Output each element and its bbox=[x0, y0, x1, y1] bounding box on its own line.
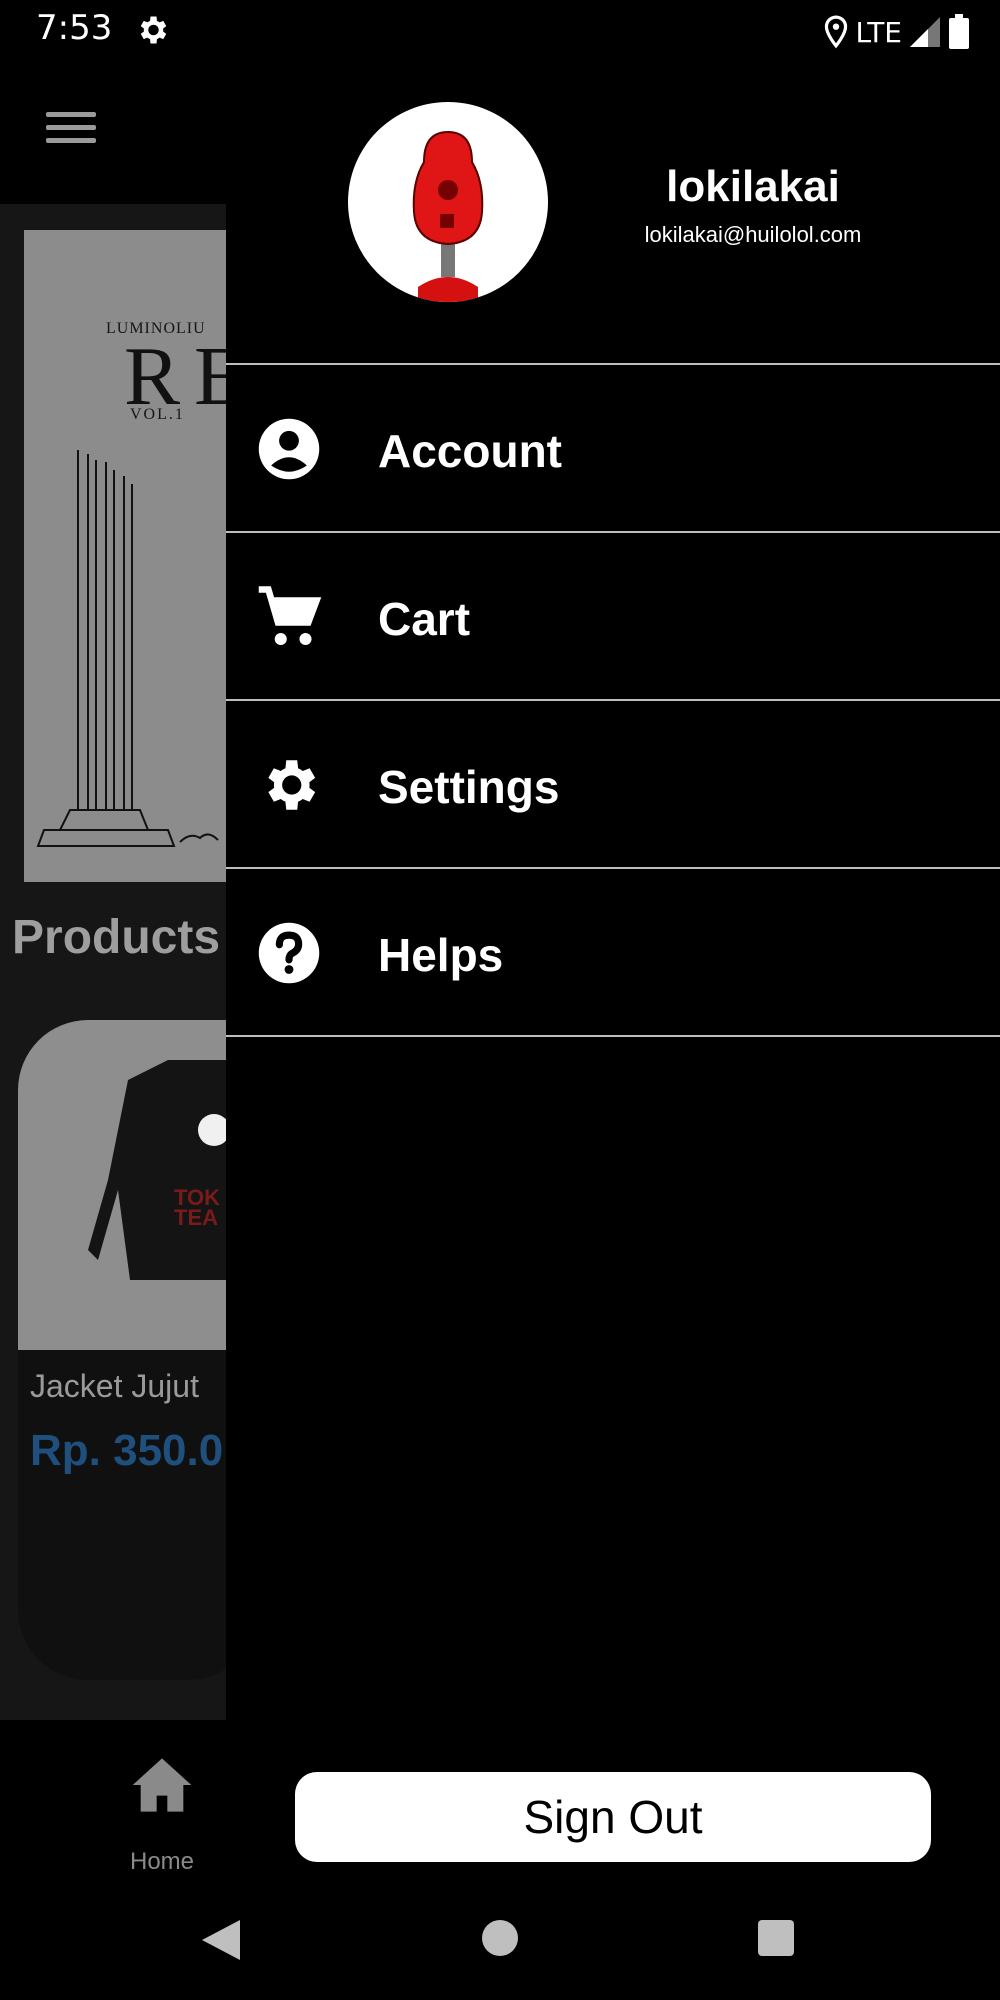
products-section-title: Products bbox=[12, 911, 221, 964]
status-icons: LTE bbox=[823, 12, 970, 52]
cart-icon bbox=[258, 586, 322, 646]
pillar-illustration bbox=[36, 450, 219, 847]
battery-icon bbox=[949, 14, 969, 49]
menu-label: Cart bbox=[378, 593, 471, 645]
help-circle-icon bbox=[258, 922, 320, 984]
user-name: lokilakai bbox=[666, 162, 840, 211]
product-image[interactable]: TOK TEA bbox=[18, 1020, 226, 1350]
home-circle-icon[interactable] bbox=[482, 1920, 518, 1956]
menu-label: Settings bbox=[378, 761, 560, 813]
user-email: lokilakai@huilolol.com bbox=[644, 222, 862, 247]
divider bbox=[226, 867, 1000, 869]
divider bbox=[226, 363, 1000, 365]
recents-square-icon[interactable] bbox=[758, 1920, 794, 1956]
gear-icon bbox=[268, 760, 316, 810]
status-time: 7:53 bbox=[36, 8, 113, 48]
menu-label: Helps bbox=[378, 929, 504, 981]
home-icon[interactable] bbox=[130, 1755, 194, 1815]
product-price: Rp. 350.0 bbox=[30, 1426, 224, 1475]
network-type: LTE bbox=[855, 15, 902, 49]
svg-text:TEA: TEA bbox=[174, 1205, 218, 1230]
menu-item-settings[interactable]: Settings bbox=[226, 702, 1000, 868]
home-label[interactable]: Home bbox=[130, 1848, 194, 1876]
back-icon[interactable] bbox=[200, 1918, 242, 1962]
product-name: Jacket Jujut bbox=[30, 1368, 199, 1404]
divider bbox=[226, 699, 1000, 701]
robot-avatar-image bbox=[412, 130, 484, 302]
divider bbox=[226, 531, 1000, 533]
menu-item-cart[interactable]: Cart bbox=[226, 534, 1000, 700]
jacket-illustration: TOK TEA bbox=[88, 1060, 226, 1280]
divider bbox=[226, 1035, 1000, 1037]
settings-gear-icon bbox=[140, 16, 167, 44]
location-icon bbox=[825, 15, 848, 49]
menu-item-account[interactable]: Account bbox=[226, 366, 1000, 532]
banner-volume: VOL.1 bbox=[130, 406, 185, 423]
menu-label: Account bbox=[378, 425, 562, 477]
signal-icon bbox=[910, 17, 940, 47]
menu-hamburger-icon[interactable] bbox=[46, 112, 96, 148]
sign-out-button[interactable]: Sign Out bbox=[295, 1772, 931, 1862]
avatar[interactable] bbox=[348, 102, 548, 302]
account-circle-icon bbox=[258, 418, 320, 480]
menu-item-helps[interactable]: Helps bbox=[226, 870, 1000, 1036]
